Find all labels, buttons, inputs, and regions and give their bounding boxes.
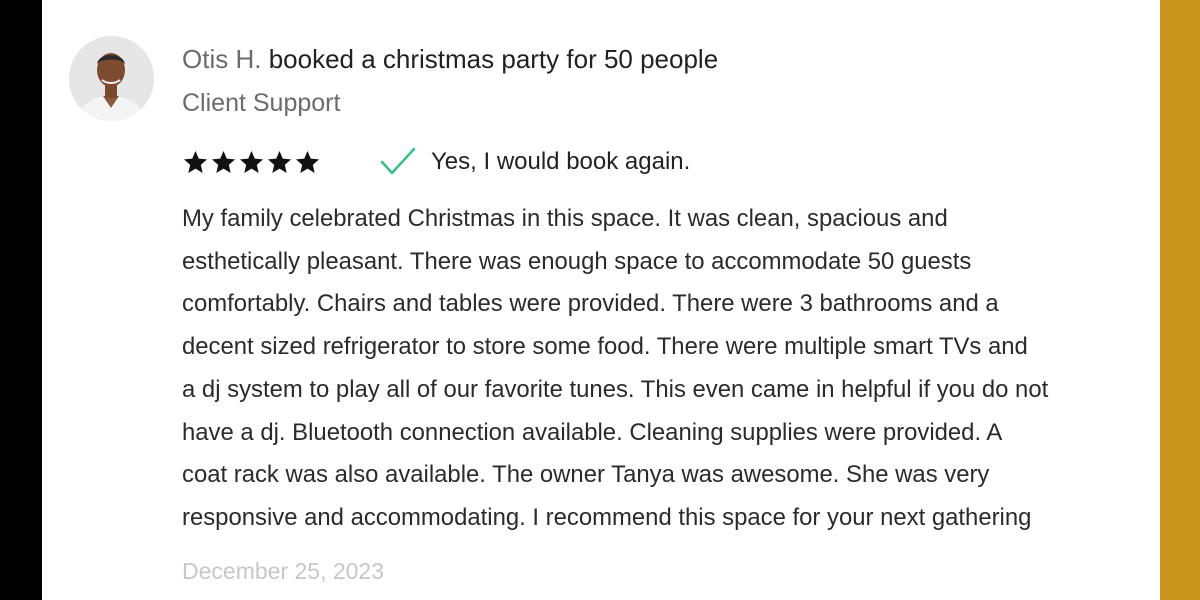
avatar <box>69 36 154 121</box>
reviewer-role: Client Support <box>182 89 341 117</box>
star-icon <box>183 150 208 173</box>
reviewer-name: Otis H. <box>182 44 262 74</box>
right-accent-border <box>1160 0 1200 600</box>
star-rating <box>182 149 321 176</box>
check-icon <box>380 147 416 175</box>
review-screen: Otis H. booked a christmas party for 50 … <box>0 0 1200 600</box>
rating-row: Yes, I would book again. <box>182 145 690 179</box>
star-icon <box>295 150 320 173</box>
review-body: My family celebrated Christmas in this s… <box>182 198 1162 540</box>
review-line: a dj system to play all of our favorite … <box>182 375 1049 403</box>
review-line: decent sized refrigerator to store some … <box>182 333 1028 361</box>
review-line: coat rack was also available. The owner … <box>182 461 990 489</box>
review-line: esthetically pleasant. There was enough … <box>182 247 972 275</box>
event-summary: booked a christmas party for 50 people <box>268 44 719 74</box>
review-line: My family celebrated Christmas in this s… <box>182 205 948 232</box>
review-line: have a dj. Bluetooth connection availabl… <box>182 418 1003 446</box>
review-line: comfortably. Chairs and tables were prov… <box>182 290 999 318</box>
review-line: responsive and accommodating. I recommen… <box>182 503 1032 531</box>
avatar-photo <box>69 36 154 121</box>
review-header: Otis H. booked a christmas party for 50 … <box>182 42 718 120</box>
review-date: December 25, 2023 <box>182 558 385 584</box>
star-icon <box>267 150 292 173</box>
left-border <box>0 0 42 600</box>
book-again-label: Yes, I would book again. <box>431 148 691 175</box>
star-icon <box>239 150 264 173</box>
star-icon <box>211 150 236 173</box>
review-title: Otis H. booked a christmas party for 50 … <box>182 42 718 76</box>
